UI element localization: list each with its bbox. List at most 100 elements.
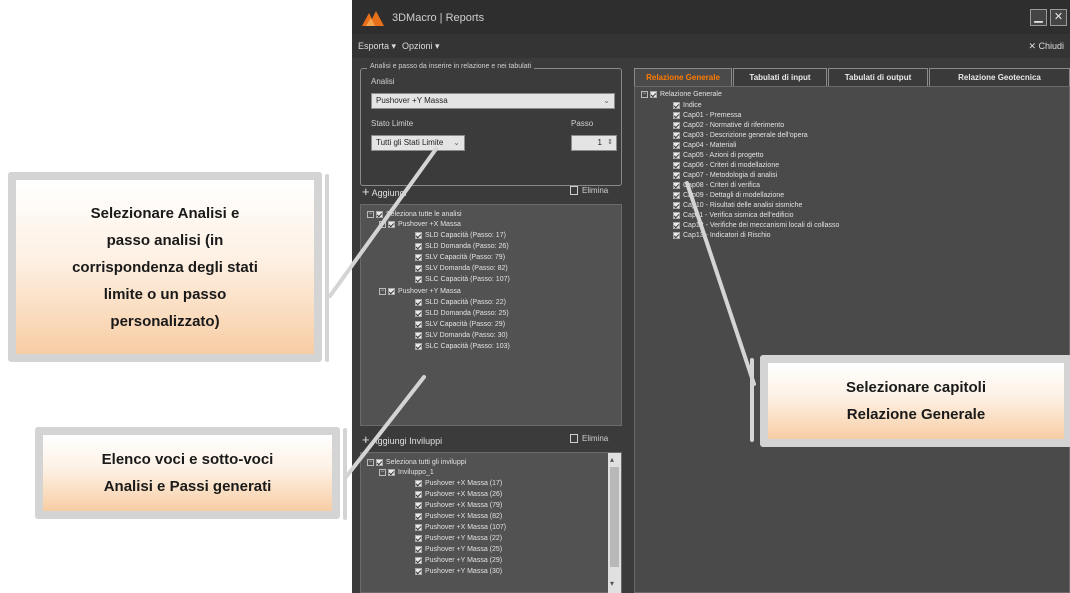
checkbox-icon[interactable] [415,320,422,328]
analysis-select[interactable]: Pushover +Y Massa ⌄ [371,93,615,109]
chapter-item[interactable]: Cap11 - Verifica sismica dell'edificio [673,211,794,221]
checkbox-icon[interactable] [415,264,422,272]
collapse-icon[interactable]: − [379,220,386,228]
tree-item[interactable]: SLD Domanda (Passo: 26) [415,242,509,252]
tree-item[interactable]: Pushover +X Massa (26) [415,490,502,500]
tree-item[interactable]: Pushover +Y Massa (30) [415,567,502,577]
checkbox-icon[interactable] [415,342,422,350]
tree-item[interactable]: Pushover +X Massa (107) [415,523,506,533]
checkbox-icon[interactable] [673,201,680,209]
checkbox-icon[interactable] [673,141,680,149]
checkbox-icon[interactable] [376,458,383,466]
checkbox-icon[interactable] [415,331,422,339]
checkbox-icon[interactable] [415,309,422,317]
chapter-item[interactable]: Cap04 - Materiali [673,141,736,151]
chapter-item[interactable]: Cap03 - Descrizione generale dell'opera [673,131,808,141]
checkbox-icon[interactable] [673,211,680,219]
add-envelopes-button[interactable]: + Aggiungi Inviluppi [362,432,442,447]
scroll-up-icon[interactable]: ▴ [610,455,614,464]
tree-root-report[interactable]: − Relazione Generale [641,90,722,100]
checkbox-icon[interactable] [415,253,422,261]
collapse-icon[interactable]: − [379,287,386,295]
tree-item[interactable]: SLV Domanda (Passo: 30) [415,331,508,341]
checkbox-icon[interactable] [415,501,422,509]
tree-item[interactable]: SLV Domanda (Passo: 82) [415,264,508,274]
checkbox-icon[interactable] [415,479,422,487]
close-window-button[interactable]: ✕ [1050,9,1067,26]
tree-item[interactable]: SLD Capacità (Passo: 22) [415,298,506,308]
checkbox-icon[interactable] [673,111,680,119]
tree-item[interactable]: Pushover +X Massa (17) [415,479,502,489]
menu-export[interactable]: Esporta ▾ [358,41,396,52]
checkbox-icon[interactable] [415,534,422,542]
checkbox-icon[interactable] [415,275,422,283]
tree-group[interactable]: − Inviluppo_1 [379,468,434,478]
tree-root-analyses[interactable]: − Seleziona tutte le analisi [367,210,462,220]
checkbox-icon[interactable] [388,468,395,476]
tree-item[interactable]: SLC Capacità (Passo: 107) [415,275,510,285]
chapter-item[interactable]: Cap12 - Verifiche dei meccanismi locali … [673,221,839,231]
checkbox-icon[interactable] [673,181,680,189]
collapse-icon[interactable]: − [367,458,374,466]
checkbox-icon[interactable] [415,490,422,498]
checkbox-icon[interactable] [415,298,422,306]
checkbox-icon[interactable] [388,287,395,295]
tab-tabulati-input[interactable]: Tabulati di input [733,68,827,86]
tree-item[interactable]: Pushover +X Massa (82) [415,512,502,522]
checkbox-icon[interactable] [673,171,680,179]
tab-relazione-geotecnica[interactable]: Relazione Geotecnica [929,68,1070,86]
close-reports-link[interactable]: ✕ Chiudi [1028,41,1064,52]
tree-root-envelopes[interactable]: − Seleziona tutti gli inviluppi [367,458,466,468]
chapter-item[interactable]: Cap05 - Azioni di progetto [673,151,764,161]
tree-item[interactable]: Pushover +Y Massa (22) [415,534,502,544]
tree-item[interactable]: SLD Domanda (Passo: 25) [415,309,509,319]
checkbox-icon[interactable] [415,523,422,531]
scroll-down-icon[interactable]: ▾ [610,579,614,588]
chapter-item[interactable]: Indice [673,101,702,111]
minimize-button[interactable]: ▁ [1030,9,1047,26]
checkbox-icon[interactable] [388,220,395,228]
chapter-item[interactable]: Cap06 - Criteri di modellazione [673,161,779,171]
tree-item[interactable]: SLV Capacità (Passo: 79) [415,253,505,263]
tree-item[interactable]: Pushover +Y Massa (25) [415,545,502,555]
checkbox-icon[interactable] [650,90,657,98]
checkbox-icon[interactable] [673,161,680,169]
checkbox-icon[interactable] [673,231,680,239]
chapter-item[interactable]: Cap07 - Metodologia di analisi [673,171,777,181]
tree-item[interactable]: Pushover +X Massa (79) [415,501,502,511]
chapter-item[interactable]: Cap02 - Normative di riferimento [673,121,784,131]
tree-item[interactable]: SLV Capacità (Passo: 29) [415,320,505,330]
collapse-icon[interactable]: − [367,210,374,218]
checkbox-icon[interactable] [673,191,680,199]
tab-tabulati-output[interactable]: Tabulati di output [828,68,928,86]
chapter-item[interactable]: Cap09 - Dettagli di modellazione [673,191,784,201]
delete-analysis-button[interactable]: Elimina [570,186,608,196]
checkbox-icon[interactable] [673,121,680,129]
envelopes-scrollbar[interactable]: ▴ ▾ [608,453,621,593]
tab-relazione-generale[interactable]: Relazione Generale [634,68,732,86]
checkbox-icon[interactable] [415,556,422,564]
checkbox-icon[interactable] [673,101,680,109]
checkbox-icon[interactable] [415,567,422,575]
tree-item[interactable]: SLC Capacità (Passo: 103) [415,342,510,352]
delete-envelopes-button[interactable]: Elimina [570,434,608,444]
step-stepper[interactable]: 1 ⇕ [571,135,617,151]
add-analysis-button[interactable]: + Aggiungi [362,184,407,199]
limit-state-select[interactable]: Tutti gli Stati Limite ⌄ [371,135,465,151]
tree-group[interactable]: − Pushover +X Massa [379,220,461,230]
chapter-item[interactable]: Cap01 - Premessa [673,111,741,121]
menu-options[interactable]: Opzioni ▾ [402,41,440,52]
chapter-item[interactable]: Cap13 - Indicatori di Rischio [673,231,771,241]
collapse-icon[interactable]: − [641,90,648,98]
checkbox-icon[interactable] [415,242,422,250]
tree-group[interactable]: − Pushover +Y Massa [379,287,461,297]
tree-item[interactable]: Pushover +Y Massa (29) [415,556,502,566]
checkbox-icon[interactable] [415,231,422,239]
collapse-icon[interactable]: − [379,468,386,476]
chapter-item[interactable]: Cap10 - Risultati delle analisi sismiche [673,201,802,211]
chapter-item[interactable]: Cap08 - Criteri di verifica [673,181,760,191]
checkbox-icon[interactable] [415,545,422,553]
checkbox-icon[interactable] [673,221,680,229]
checkbox-icon[interactable] [415,512,422,520]
checkbox-icon[interactable] [673,151,680,159]
